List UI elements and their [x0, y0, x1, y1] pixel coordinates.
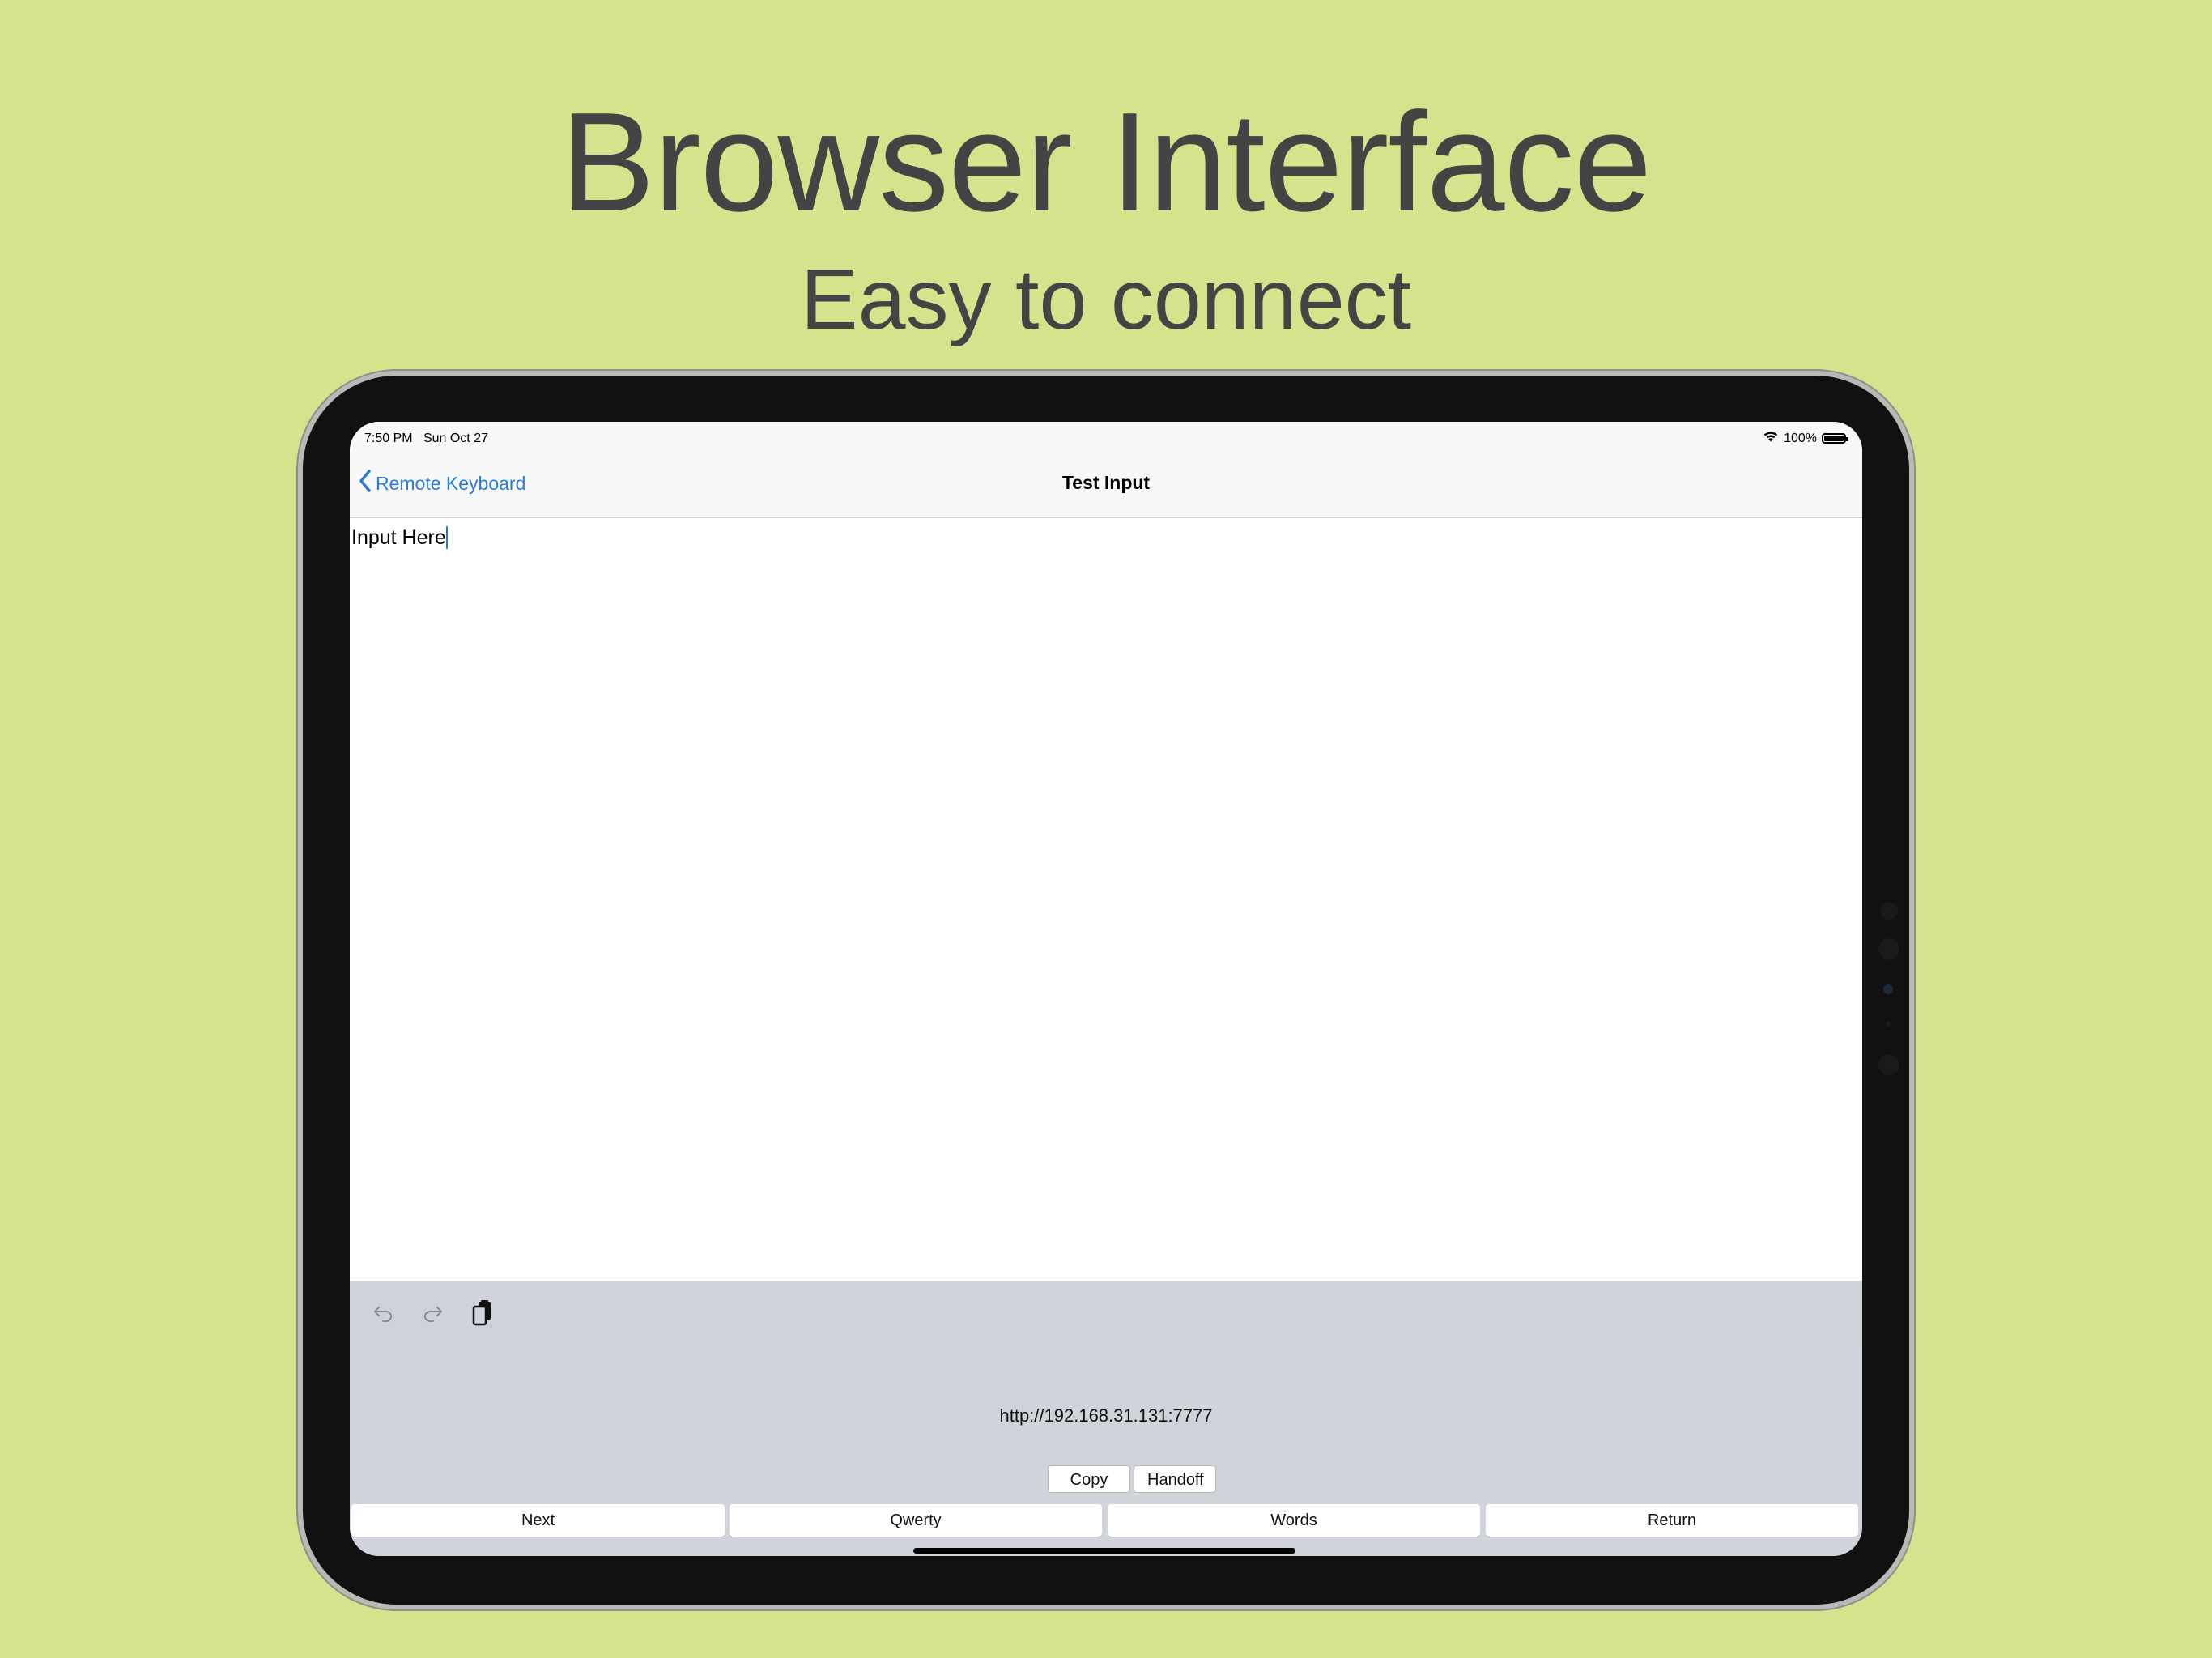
battery-percent: 100%: [1784, 431, 1817, 445]
promo-subtitle: Easy to connect: [800, 252, 1412, 347]
navigation-bar: Remote Keyboard Test Input: [350, 454, 1862, 518]
editor-content[interactable]: Input Here: [351, 526, 448, 550]
battery-fill: [1824, 436, 1844, 441]
camera-dot: [1886, 1022, 1891, 1027]
qwerty-key[interactable]: Qwerty: [730, 1504, 1102, 1537]
return-key[interactable]: Return: [1486, 1504, 1858, 1537]
status-right: 100%: [1763, 430, 1848, 447]
status-date-text: Sun Oct 27: [423, 432, 488, 445]
server-url[interactable]: http://192.168.31.131:7777: [418, 1405, 1794, 1426]
status-time-text: 7:50 PM: [364, 432, 413, 445]
keyboard-key-row: Next Qwerty Words Return: [350, 1504, 1862, 1538]
text-editor[interactable]: Input Here: [350, 518, 1862, 1279]
next-key[interactable]: Next: [351, 1504, 725, 1537]
promo-title: Browser Interface: [560, 83, 1653, 240]
redo-icon[interactable]: [416, 1297, 449, 1329]
page-title: Test Input: [1061, 472, 1151, 493]
camera-dot: [1880, 902, 1898, 920]
camera-dot: [1883, 984, 1893, 994]
ipad-screen: 7:50 PM Sun Oct 27 100% Remote Keyboard …: [350, 422, 1862, 1556]
camera-dot: [1878, 1054, 1899, 1075]
keyboard-assist-bar: [350, 1281, 1862, 1349]
undo-icon[interactable]: [368, 1297, 400, 1329]
camera-dot: [1878, 938, 1899, 959]
text-caret: [445, 526, 448, 549]
words-key[interactable]: Words: [1108, 1504, 1480, 1537]
web-interface-panel: http://192.168.31.131:7777 Copy Handoff: [418, 1349, 1794, 1503]
editor-text: Input Here: [351, 526, 446, 549]
battery-icon: [1822, 433, 1848, 444]
keyboard-area: http://192.168.31.131:7777 Copy Handoff …: [350, 1281, 1862, 1556]
status-time: 7:50 PM Sun Oct 27: [364, 432, 488, 446]
paste-icon[interactable]: [466, 1297, 499, 1329]
copy-button[interactable]: Copy: [1048, 1465, 1130, 1493]
handoff-button[interactable]: Handoff: [1134, 1465, 1216, 1493]
wifi-icon: [1763, 430, 1779, 447]
home-indicator[interactable]: [913, 1548, 1295, 1554]
status-bar: 7:50 PM Sun Oct 27 100%: [350, 422, 1862, 454]
